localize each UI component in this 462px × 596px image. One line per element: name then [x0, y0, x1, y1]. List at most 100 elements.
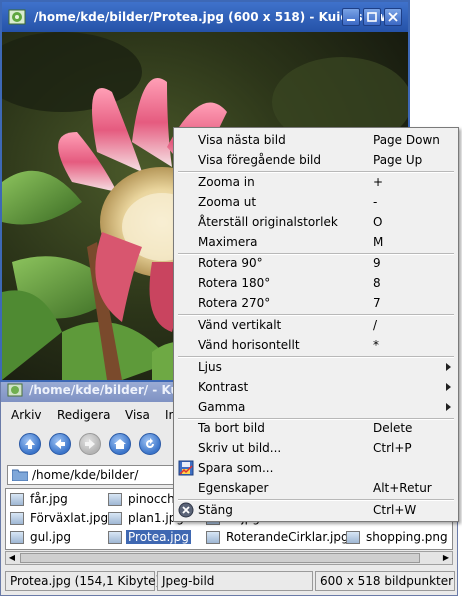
status-dims: 600 x 518 bildpunkter	[315, 571, 455, 591]
menu-item-print-image[interactable]: Skriv ut bild... Ctrl+P	[174, 438, 458, 458]
viewer-titlebar[interactable]: /home/kde/bilder/Protea.jpg (600 x 518) …	[2, 2, 408, 32]
menu-item-label: Visa nästa bild	[198, 133, 286, 147]
minimize-button[interactable]	[342, 8, 360, 26]
maximize-icon	[367, 12, 377, 22]
menu-item-label: Rotera 180°	[198, 276, 271, 290]
save-icon	[178, 460, 194, 476]
menu-item-label: Maximera	[198, 235, 258, 249]
menu-item-label: Egenskaper	[198, 481, 269, 495]
menu-item-label: Vänd horisontellt	[198, 338, 300, 352]
file-name: får.jpg	[30, 492, 68, 506]
menu-redigera[interactable]: Redigera	[57, 408, 110, 422]
menu-item-contrast[interactable]: Kontrast	[174, 377, 458, 397]
submenu-arrow-icon	[446, 403, 451, 411]
menu-item-original-size[interactable]: Återställ originalstorlek O	[174, 212, 458, 232]
close-circle-icon	[178, 502, 194, 518]
back-arrow-icon	[55, 439, 65, 449]
menu-arkiv[interactable]: Arkiv	[11, 408, 42, 422]
menu-item-rotate-90[interactable]: Rotera 90° 9	[174, 253, 458, 273]
kuickshow-icon	[8, 9, 26, 25]
menu-item-zoom-out[interactable]: Zooma ut -	[174, 192, 458, 212]
image-file-icon	[10, 531, 24, 544]
menu-item-label: Rotera 90°	[198, 256, 263, 270]
file-name: Protea.jpg	[126, 530, 191, 544]
menu-item-shortcut: /	[373, 318, 378, 332]
menu-item-label: Rotera 270°	[198, 296, 271, 310]
image-file-icon	[206, 531, 220, 544]
menu-item-zoom-in[interactable]: Zooma in +	[174, 172, 458, 192]
menu-item-shortcut: *	[373, 338, 379, 352]
menu-item-delete-image[interactable]: Ta bort bild Delete	[174, 418, 458, 438]
menu-item-rotate-270[interactable]: Rotera 270° 7	[174, 293, 458, 313]
menu-item-flip-vertical[interactable]: Vänd vertikalt /	[174, 315, 458, 335]
menu-item-flip-horizontal[interactable]: Vänd horisontellt *	[174, 335, 458, 355]
menu-item-shortcut: Delete	[373, 421, 413, 435]
menu-item-shortcut: -	[373, 195, 378, 209]
menu-item-label: Ljus	[198, 360, 222, 374]
menu-item-label: Vänd vertikalt	[198, 318, 282, 332]
menu-item-rotate-180[interactable]: Rotera 180° 8	[174, 273, 458, 293]
file-name: gul.jpg	[30, 530, 71, 544]
menu-item-shortcut: M	[373, 235, 384, 249]
scrollbar-thumb[interactable]	[20, 553, 420, 563]
menu-item-shortcut: 7	[373, 296, 381, 310]
menu-item-gamma[interactable]: Gamma	[174, 397, 458, 417]
menu-item-shortcut: Ctrl+W	[373, 503, 417, 517]
up-arrow-icon	[25, 439, 35, 449]
status-file: Protea.jpg (154,1 Kibyte)	[5, 571, 160, 591]
file-name: Förväxlat.jpg	[30, 511, 109, 525]
menu-item-shortcut: 9	[373, 256, 381, 270]
home-button[interactable]	[109, 433, 131, 455]
status-type: Jpeg-bild	[157, 571, 313, 591]
menu-item-close[interactable]: Stäng Ctrl+W	[174, 500, 458, 520]
maximize-button[interactable]	[363, 8, 381, 26]
menu-item-label: Stäng	[198, 503, 233, 517]
context-menu: Visa nästa bild Page Down Visa föregåend…	[173, 127, 459, 522]
submenu-arrow-icon	[446, 363, 451, 371]
home-icon	[114, 439, 126, 449]
menu-item-maximize[interactable]: Maximera M	[174, 232, 458, 252]
menu-item-next-image[interactable]: Visa nästa bild Page Down	[174, 130, 458, 150]
up-button[interactable]	[19, 433, 41, 455]
menu-item-label: Visa föregående bild	[198, 153, 321, 167]
menu-item-properties[interactable]: Egenskaper Alt+Retur	[174, 478, 458, 498]
scroll-left-icon[interactable]: ◀	[6, 552, 18, 564]
menu-item-label: Ta bort bild	[198, 421, 265, 435]
menu-item-shortcut: 8	[373, 276, 381, 290]
file-name: pinocchi	[128, 492, 179, 506]
image-file-icon	[108, 512, 122, 525]
kuickshow-icon	[7, 383, 23, 397]
viewer-title: /home/kde/bilder/Protea.jpg (600 x 518) …	[34, 10, 391, 24]
image-file-icon	[108, 493, 122, 506]
menu-visa[interactable]: Visa	[125, 408, 150, 422]
statusbar: Protea.jpg (154,1 Kibyte) Jpeg-bild 600 …	[1, 567, 457, 595]
image-file-icon	[346, 531, 360, 544]
menu-item-previous-image[interactable]: Visa föregående bild Page Up	[174, 150, 458, 170]
minimize-icon	[347, 19, 355, 21]
menu-item-shortcut: Page Down	[373, 133, 440, 147]
folder-icon	[12, 469, 28, 481]
path-combobox[interactable]: /home/kde/bilder/	[7, 465, 177, 485]
menu-item-label: Återställ originalstorlek	[198, 215, 338, 229]
submenu-arrow-icon	[446, 383, 451, 391]
image-file-icon	[10, 493, 24, 506]
horizontal-scrollbar[interactable]: ◀ ▶	[5, 551, 453, 565]
close-icon	[388, 12, 398, 22]
forward-arrow-icon	[85, 439, 95, 449]
file-name: shopping.png	[366, 530, 448, 544]
menu-item-label: Skriv ut bild...	[198, 441, 282, 455]
close-button[interactable]	[384, 8, 402, 26]
menu-item-shortcut: Page Up	[373, 153, 423, 167]
reload-button[interactable]	[139, 433, 161, 455]
scroll-right-icon[interactable]: ▶	[440, 552, 452, 564]
image-file-icon	[10, 512, 24, 525]
forward-button[interactable]	[79, 433, 101, 455]
menu-item-shortcut: Alt+Retur	[373, 481, 432, 495]
back-button[interactable]	[49, 433, 71, 455]
menu-item-save-as[interactable]: Spara som...	[174, 458, 458, 478]
menu-item-label: Zooma ut	[198, 195, 257, 209]
menu-item-label: Spara som...	[198, 461, 274, 475]
menu-item-brightness[interactable]: Ljus	[174, 357, 458, 377]
menu-item-label: Gamma	[198, 400, 246, 414]
menu-item-shortcut: +	[373, 175, 384, 189]
